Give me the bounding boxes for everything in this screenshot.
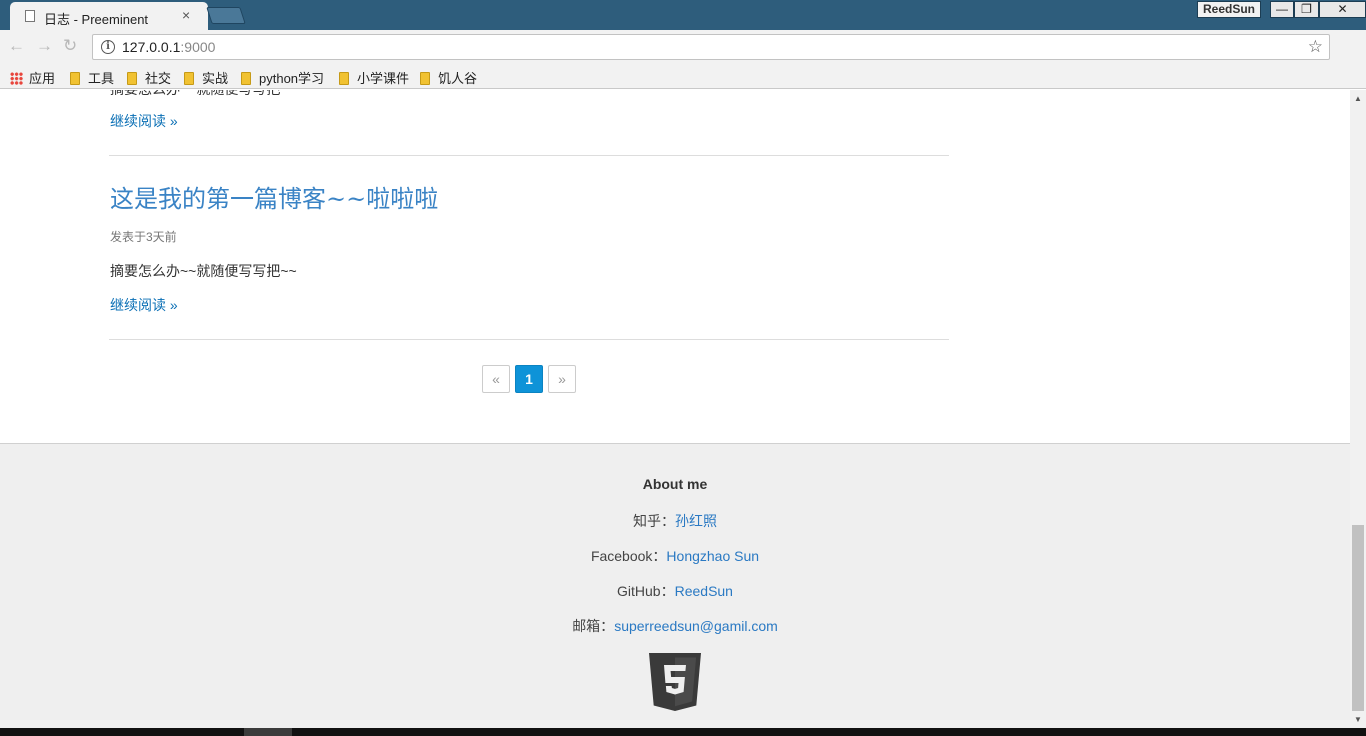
- email-link[interactable]: superreedsun@gamil.com: [614, 618, 778, 634]
- bookmark-folder-python[interactable]: python学习: [241, 68, 324, 87]
- footer-title: About me: [642, 476, 708, 492]
- address-bar[interactable]: i 127.0.0.1:9000 ☆: [92, 34, 1330, 60]
- bookmark-folder-practice[interactable]: 实战: [184, 68, 228, 87]
- facebook-link[interactable]: Hongzhao Sun: [666, 548, 759, 564]
- bookmark-label: 社交: [145, 71, 172, 86]
- zhihu-link[interactable]: 孙红照: [675, 513, 717, 529]
- read-more-link[interactable]: 继续阅读 »: [110, 295, 178, 315]
- scroll-down-arrow-icon[interactable]: ▼: [1354, 715, 1362, 724]
- page-viewport: 摘要怎么办~~就随便写写把~~ 继续阅读 » 这是我的第一篇博客~~啦啦啦 发表…: [0, 90, 1350, 728]
- footer-github: GitHub：ReedSun: [0, 581, 1350, 601]
- bookmark-folder-jirengu[interactable]: 饥人谷: [420, 68, 477, 87]
- facebook-label: Facebook：: [590, 548, 667, 564]
- bookmark-label: 饥人谷: [438, 71, 478, 86]
- footer-email: 邮箱：superreedsun@gamil.com: [0, 616, 1350, 636]
- site-footer: About me 知乎：孙红照 Facebook：Hongzhao Sun Gi…: [0, 443, 1350, 728]
- window-close-button[interactable]: ✕: [1319, 1, 1366, 18]
- page-scrollbar[interactable]: ▲ ▼: [1350, 90, 1366, 728]
- taskbar-item[interactable]: [244, 728, 292, 736]
- bookmark-apps[interactable]: 应用: [10, 68, 55, 87]
- reload-icon[interactable]: ↻: [63, 36, 77, 56]
- bookmark-label: python学习: [259, 71, 325, 86]
- url-port: :9000: [180, 39, 216, 55]
- back-arrow-icon[interactable]: ←: [8, 36, 25, 56]
- browser-tab[interactable]: 日志 - Preeminent ×: [10, 2, 208, 30]
- os-taskbar: [0, 728, 1366, 736]
- read-more-link[interactable]: 继续阅读 »: [110, 111, 178, 131]
- folder-icon: [127, 72, 137, 85]
- new-tab-button[interactable]: [206, 7, 246, 24]
- scrollbar-thumb[interactable]: [1352, 525, 1364, 711]
- tab-title: 日志 - Preeminent: [44, 12, 149, 27]
- post-title-link[interactable]: 这是我的第一篇博客~~啦啦啦: [110, 179, 438, 214]
- tab-close-icon[interactable]: ×: [182, 7, 190, 23]
- info-icon[interactable]: i: [101, 40, 115, 54]
- pagination-page-current[interactable]: 1: [515, 365, 543, 393]
- bookmark-folder-tools[interactable]: 工具: [70, 68, 114, 87]
- page-icon: [25, 10, 35, 22]
- bookmark-label: 小学课件: [357, 71, 410, 86]
- footer-zhihu: 知乎：孙红照: [0, 511, 1350, 531]
- pagination-prev-button[interactable]: «: [482, 365, 510, 393]
- scroll-up-arrow-icon[interactable]: ▲: [1354, 94, 1362, 103]
- post-divider: [109, 339, 949, 340]
- pagination-next-button[interactable]: »: [548, 365, 576, 393]
- html5-logo-icon: [649, 653, 701, 711]
- restore-button[interactable]: ❐: [1294, 1, 1319, 18]
- minimize-button[interactable]: —: [1270, 1, 1294, 18]
- bookmark-label: 工具: [88, 71, 115, 86]
- github-label: GitHub：: [617, 583, 675, 599]
- bookmark-star-icon[interactable]: ☆: [1308, 37, 1323, 57]
- previous-post-summary: 摘要怎么办~~就随便写写把~~: [110, 90, 297, 99]
- browser-titlebar: 日志 - Preeminent × ReedSun — ❐ ✕: [0, 0, 1366, 30]
- bookmark-label: 应用: [29, 71, 56, 86]
- folder-icon: [241, 72, 251, 85]
- bookmark-folder-courseware[interactable]: 小学课件: [339, 68, 409, 87]
- email-label: 邮箱：: [572, 618, 615, 634]
- bookmark-folder-social[interactable]: 社交: [127, 68, 171, 87]
- bookmark-label: 实战: [202, 71, 229, 86]
- footer-facebook: Facebook：Hongzhao Sun: [0, 546, 1350, 566]
- folder-icon: [184, 72, 194, 85]
- profile-button[interactable]: ReedSun: [1197, 1, 1261, 18]
- github-link[interactable]: ReedSun: [675, 583, 733, 599]
- folder-icon: [339, 72, 349, 85]
- folder-icon: [70, 72, 80, 85]
- post-divider: [109, 155, 949, 156]
- post-date: 发表于3天前: [110, 230, 177, 244]
- url-text[interactable]: 127.0.0.1:9000: [122, 39, 215, 55]
- forward-arrow-icon[interactable]: →: [36, 36, 53, 56]
- url-host: 127.0.0.1: [122, 39, 181, 55]
- zhihu-label: 知乎：: [633, 513, 675, 529]
- bookmarks-bar: 应用 工具 社交 实战 python学习 小学课件 饥人谷: [0, 63, 1366, 89]
- post-summary: 摘要怎么办~~就随便写写把~~: [110, 263, 297, 279]
- apps-grid-icon: [10, 72, 23, 85]
- folder-icon: [420, 72, 430, 85]
- browser-toolbar: ← → ↻ i 127.0.0.1:9000 ☆ ···: [0, 30, 1366, 88]
